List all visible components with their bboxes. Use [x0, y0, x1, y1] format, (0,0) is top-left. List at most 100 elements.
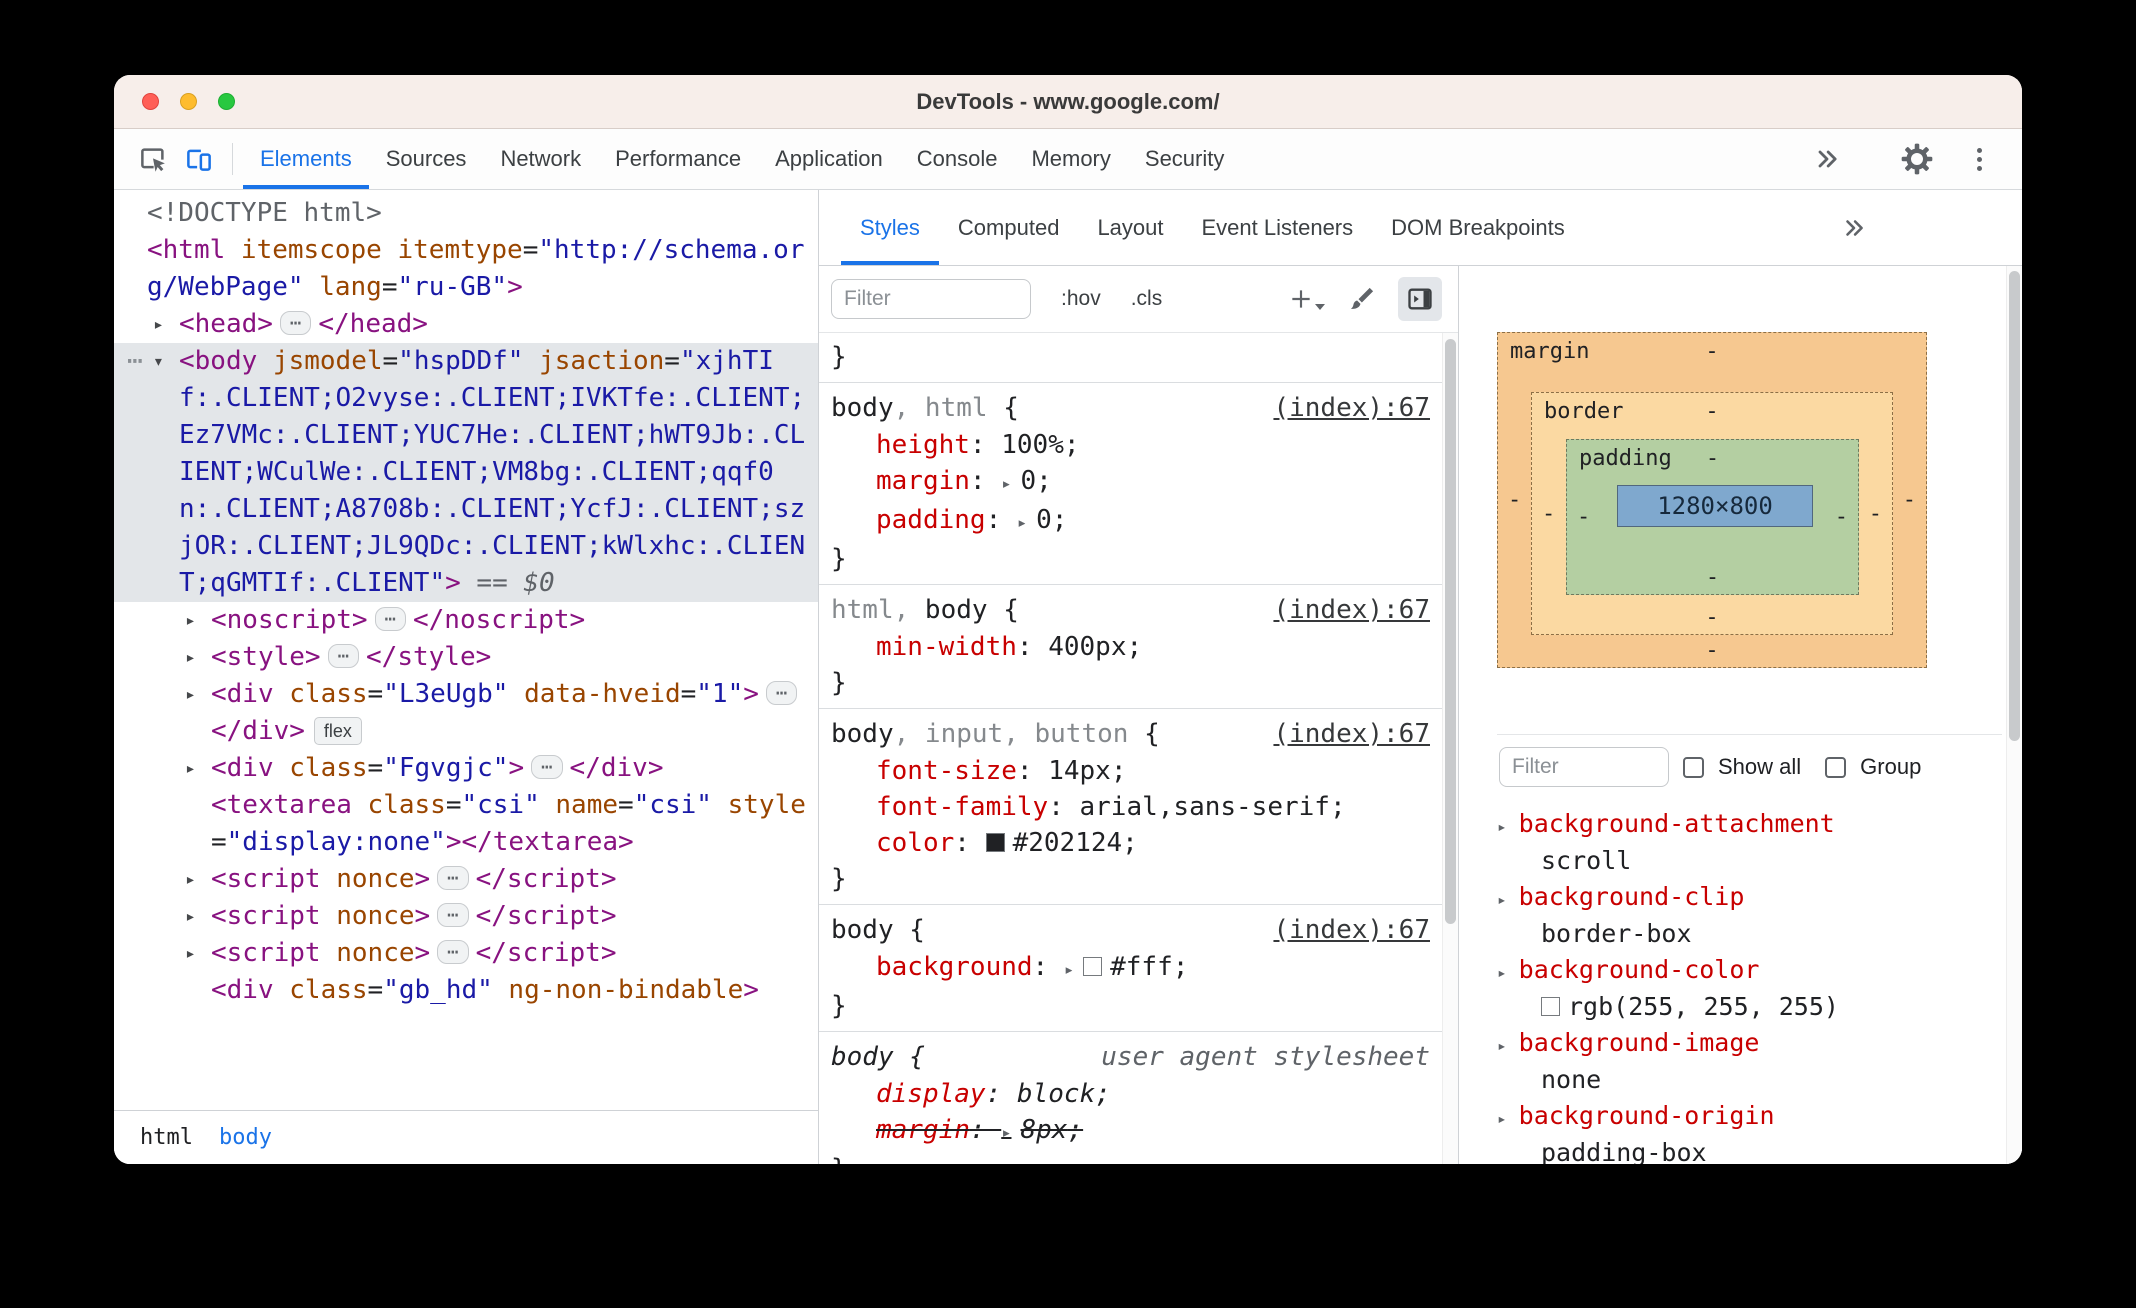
inline-expand-button[interactable]: ⋯ — [531, 755, 563, 779]
tab-memory[interactable]: Memory — [1014, 129, 1127, 189]
toggle-sidebar-button[interactable] — [1398, 277, 1442, 321]
panel-tab-event-listeners[interactable]: Event Listeners — [1183, 190, 1373, 265]
dom-node-div-gb-hd[interactable]: <div class="gb_hd" ng-non-bindable> — [114, 972, 818, 1009]
tab-sources[interactable]: Sources — [369, 129, 484, 189]
rule-selector[interactable]: body { — [831, 1038, 925, 1076]
dom-node-body[interactable]: ⋯ ▾ <body jsmodel="hspDDf" jsaction="xjhTI… — [114, 343, 818, 602]
scrollbar-thumb[interactable] — [1445, 339, 1456, 924]
crumb-body[interactable]: body — [219, 1125, 272, 1150]
stylesheet-source[interactable]: (index):67 — [1261, 715, 1430, 753]
tab-security[interactable]: Security — [1128, 129, 1241, 189]
margin-bottom-value[interactable]: - — [1705, 638, 1718, 663]
tab-elements[interactable]: Elements — [243, 129, 369, 189]
sidebar-scrollbar[interactable] — [2006, 266, 2022, 1164]
dom-node-textarea-csi[interactable]: <textarea class="csi" name="csi" style="… — [114, 787, 818, 861]
menu-button[interactable] — [1956, 136, 2002, 182]
css-property[interactable]: color: #202124; — [819, 825, 1442, 861]
scrollbar-thumb[interactable] — [2009, 271, 2020, 741]
color-swatch[interactable] — [1083, 957, 1103, 976]
styles-filter-input[interactable] — [831, 279, 1031, 319]
margin-left-value[interactable]: - — [1508, 488, 1521, 513]
device-toolbar-button[interactable] — [176, 136, 222, 182]
flex-badge[interactable]: flex — [313, 717, 362, 745]
expand-value-icon[interactable]: ▸ — [1017, 513, 1027, 533]
border-box[interactable]: border - - - - padding - - - - 1280×800 — [1531, 392, 1893, 635]
border-bottom-value[interactable]: - — [1705, 605, 1718, 630]
computed-filter-input[interactable] — [1499, 747, 1669, 787]
color-swatch[interactable] — [985, 833, 1005, 852]
css-property[interactable]: margin: ▸ 8px; — [819, 1112, 1442, 1151]
expand-value-icon[interactable]: ▸ — [1001, 1123, 1011, 1143]
padding-left-value[interactable]: - — [1577, 505, 1590, 530]
node-menu-icon[interactable]: ⋯ — [127, 343, 143, 380]
computed-property[interactable]: ▸ background-clip border-box — [1497, 880, 2002, 951]
stylesheet-source[interactable]: (index):67 — [1261, 389, 1430, 427]
settings-button[interactable] — [1894, 136, 1940, 182]
inline-expand-button[interactable]: ⋯ — [437, 903, 469, 927]
rule-selector[interactable]: body, html { — [831, 389, 1019, 427]
panel-tab-layout[interactable]: Layout — [1078, 190, 1182, 265]
expand-arrow-icon[interactable]: ▸ — [1497, 1036, 1507, 1055]
toggle-element-classes[interactable]: .cls — [1131, 287, 1163, 311]
expand-arrow-icon[interactable]: ▸ — [185, 898, 196, 935]
tab-performance[interactable]: Performance — [598, 129, 758, 189]
padding-right-value[interactable]: - — [1835, 505, 1848, 530]
expand-arrow-icon[interactable]: ▸ — [1497, 1109, 1507, 1128]
toggle-pseudo-classes[interactable]: :hov — [1061, 287, 1101, 311]
rule-selector[interactable]: html, body { — [831, 591, 1019, 629]
inline-expand-button[interactable]: ⋯ — [437, 940, 469, 964]
border-left-value[interactable]: - — [1542, 501, 1555, 526]
collapse-arrow-icon[interactable]: ▾ — [153, 343, 164, 380]
border-top-value[interactable]: - — [1705, 399, 1718, 424]
tab-console[interactable]: Console — [900, 129, 1015, 189]
inline-expand-button[interactable]: ⋯ — [765, 681, 798, 705]
stylesheet-source[interactable]: (index):67 — [1261, 911, 1430, 949]
expand-arrow-icon[interactable]: ▸ — [185, 639, 196, 676]
css-property[interactable]: font-size: 14px; — [819, 753, 1442, 789]
expand-arrow-icon[interactable]: ▸ — [1497, 963, 1507, 982]
crumb-html[interactable]: html — [140, 1125, 193, 1150]
panel-tab-styles[interactable]: Styles — [841, 190, 939, 265]
expand-arrow-icon[interactable]: ▸ — [185, 750, 196, 787]
dom-node-script-1[interactable]: ▸ <script nonce> ⋯ </script> — [114, 861, 818, 898]
minimize-window-button[interactable] — [180, 93, 197, 110]
rule-selector[interactable]: body { — [831, 911, 925, 949]
computed-property[interactable]: ▸ background-attachment scroll — [1497, 807, 2002, 878]
stylesheet-source[interactable]: (index):67 — [1261, 591, 1430, 629]
rendering-emulation-button[interactable] — [1340, 277, 1384, 321]
dom-node-style[interactable]: ▸ <style> ⋯ </style> — [114, 639, 818, 676]
margin-top-value[interactable]: - — [1705, 339, 1718, 364]
color-swatch[interactable] — [1541, 997, 1560, 1016]
dom-node-html[interactable]: <html itemscope itemtype="http://schema.… — [114, 232, 818, 306]
inline-expand-button[interactable]: ⋯ — [327, 644, 360, 668]
border-right-value[interactable]: - — [1869, 501, 1882, 526]
dom-node-head[interactable]: ▸ <head> ⋯ </head> — [114, 306, 818, 343]
computed-property[interactable]: ▸ background-image none — [1497, 1026, 2002, 1097]
more-tabs-button[interactable] — [1804, 136, 1850, 182]
expand-value-icon[interactable]: ▸ — [1001, 474, 1011, 494]
inline-expand-button[interactable]: ⋯ — [279, 311, 312, 335]
dom-node-div-l3eugb[interactable]: ▸ <div class="L3eUgb" data-hveid="1"> ⋯</d… — [114, 676, 818, 750]
dom-node-script-3[interactable]: ▸ <script nonce> ⋯ </script> — [114, 935, 818, 972]
expand-arrow-icon[interactable]: ▸ — [1497, 890, 1507, 909]
dom-node-script-2[interactable]: ▸ <script nonce> ⋯ </script> — [114, 898, 818, 935]
css-property[interactable]: padding: ▸ 0; — [819, 502, 1442, 541]
close-window-button[interactable] — [142, 93, 159, 110]
inline-expand-button[interactable]: ⋯ — [437, 866, 469, 890]
expand-arrow-icon[interactable]: ▸ — [185, 935, 196, 972]
dom-node-doctype[interactable]: <!DOCTYPE html> — [114, 195, 818, 232]
css-property[interactable]: background: ▸ #fff; — [819, 949, 1442, 988]
panel-tab-dom-breakpoints[interactable]: DOM Breakpoints — [1372, 190, 1584, 265]
tab-network[interactable]: Network — [483, 129, 598, 189]
group-checkbox[interactable] — [1825, 756, 1847, 778]
expand-arrow-icon[interactable]: ▸ — [185, 602, 196, 639]
css-property[interactable]: min-width: 400px; — [819, 629, 1442, 665]
computed-property[interactable]: ▸ background-color rgb(255, 255, 255) — [1497, 953, 2002, 1024]
expand-value-icon[interactable]: ▸ — [1064, 960, 1074, 980]
inspect-element-button[interactable] — [130, 136, 176, 182]
panel-tab-computed[interactable]: Computed — [939, 190, 1079, 265]
computed-property[interactable]: ▸ background-origin padding-box — [1497, 1099, 2002, 1164]
content-size[interactable]: 1280×800 — [1617, 485, 1813, 527]
css-property[interactable]: margin: ▸ 0; — [819, 463, 1442, 502]
box-model-diagram[interactable]: margin - - - - border - - - - padding - … — [1497, 332, 1927, 668]
